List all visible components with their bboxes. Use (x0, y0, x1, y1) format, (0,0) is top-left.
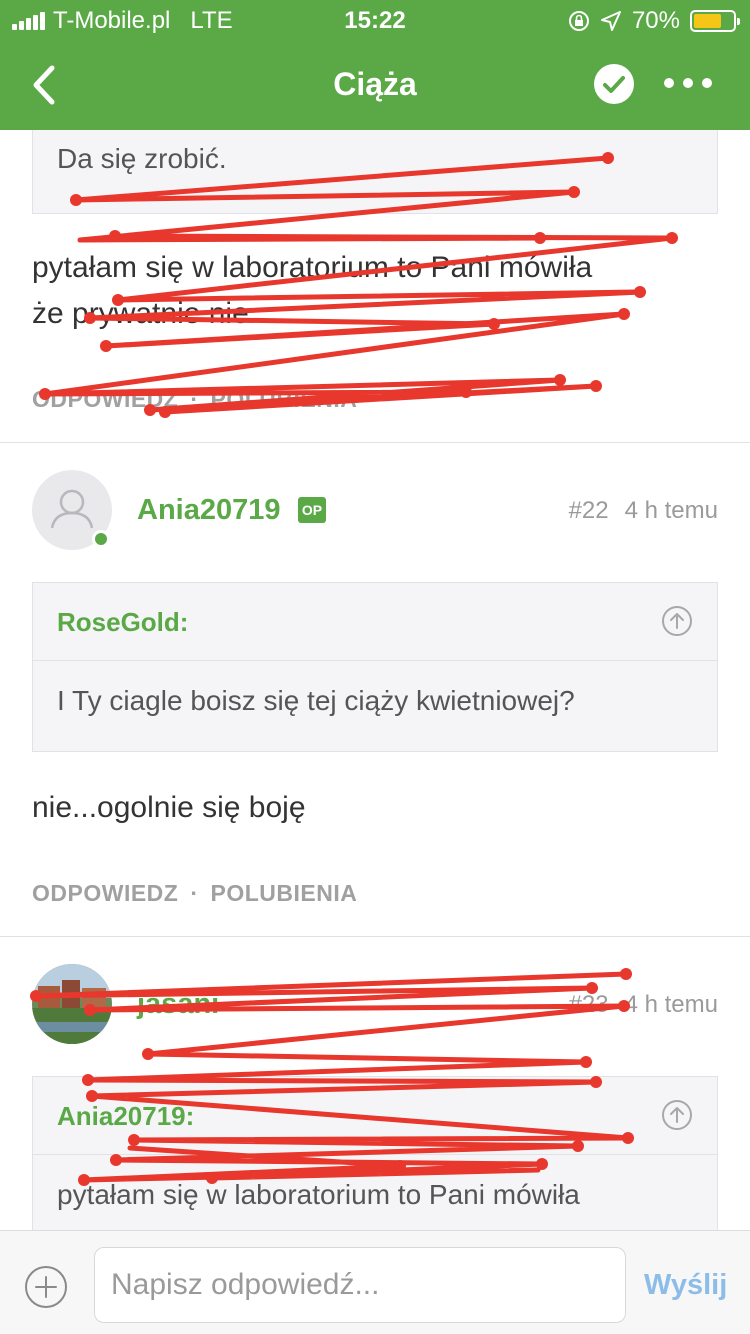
battery-fill (694, 14, 721, 28)
quote-text: Da się zrobić. (57, 143, 227, 174)
post-author[interactable]: jasani (137, 988, 219, 1021)
location-icon (600, 11, 621, 31)
avatar[interactable] (32, 964, 112, 1044)
divider (0, 936, 750, 937)
check-circle-icon[interactable] (594, 64, 634, 104)
more-dot (664, 78, 674, 88)
nav-bar: Ciąża (0, 40, 750, 130)
post-meta: #23 4 h temu (569, 991, 718, 1019)
post-author[interactable]: Ania20719 (137, 494, 281, 527)
avatar-photo (32, 964, 112, 1044)
post-number: #22 (568, 497, 609, 524)
more-dot (683, 78, 693, 88)
post-actions: ODPOWIEDZ · POLUBIENIA (32, 386, 357, 413)
compose-bar: Napisz odpowiedź... Wyślij (0, 1230, 750, 1334)
quote-header: Ania20719: (33, 1077, 717, 1155)
post-text: nie...ogolnie się boję (32, 791, 306, 824)
status-bar: T-Mobile.pl LTE 15:22 70% (0, 0, 750, 40)
reply-link[interactable]: ODPOWIEDZ (32, 386, 178, 412)
arrow-up-circle-icon[interactable] (661, 605, 693, 637)
status-right: 70% (568, 7, 740, 35)
quote-author[interactable]: Ania20719: (57, 1101, 194, 1132)
quote-box: Ania20719: pytałam się w laboratorium to… (32, 1076, 718, 1230)
battery-icon (690, 10, 740, 32)
separator: · (190, 386, 199, 412)
likes-link[interactable]: POLUBIENIA (211, 880, 358, 906)
send-button[interactable]: Wyślij (644, 1269, 727, 1302)
divider (0, 442, 750, 443)
thread-content[interactable]: Da się zrobić. pytałam się w laboratoriu… (0, 130, 750, 1230)
post-time: 4 h temu (624, 497, 718, 524)
post-text-line: pytałam się w laboratorium to Pani mówił… (32, 251, 593, 284)
more-dot (702, 78, 712, 88)
post-text-line: że prywatnie nie (32, 297, 249, 330)
reply-input[interactable]: Napisz odpowiedź... (94, 1247, 626, 1323)
quote-text: pytałam się w laboratorium to Pani mówił… (57, 1179, 580, 1210)
post-time: 4 h temu (624, 991, 718, 1018)
post-actions: ODPOWIEDZ · POLUBIENIA (32, 880, 357, 907)
quote-header: RoseGold: (33, 583, 717, 661)
check-mark (603, 76, 625, 93)
plus-circle-icon[interactable] (24, 1265, 68, 1309)
post-number: #23 (568, 991, 609, 1018)
op-badge: OP (298, 497, 326, 523)
quote-author[interactable]: RoseGold: (57, 607, 188, 638)
likes-link[interactable]: POLUBIENIA (211, 386, 358, 412)
rotation-lock-icon (568, 11, 589, 31)
post-meta: #22 4 h temu (569, 497, 718, 525)
separator: · (190, 880, 199, 906)
arrow-up-circle-icon[interactable] (661, 1099, 693, 1131)
ellipsis-icon[interactable] (664, 78, 712, 88)
avatar[interactable] (32, 470, 112, 550)
quote-box: Da się zrobić. (32, 130, 718, 214)
online-indicator (92, 530, 110, 548)
quote-box: RoseGold: I Ty ciagle boisz się tej ciąż… (32, 582, 718, 752)
reply-link[interactable]: ODPOWIEDZ (32, 880, 178, 906)
battery-percent: 70% (631, 7, 680, 34)
quote-text: I Ty ciagle boisz się tej ciąży kwietnio… (57, 685, 575, 716)
page-title: Ciąża (333, 66, 417, 102)
